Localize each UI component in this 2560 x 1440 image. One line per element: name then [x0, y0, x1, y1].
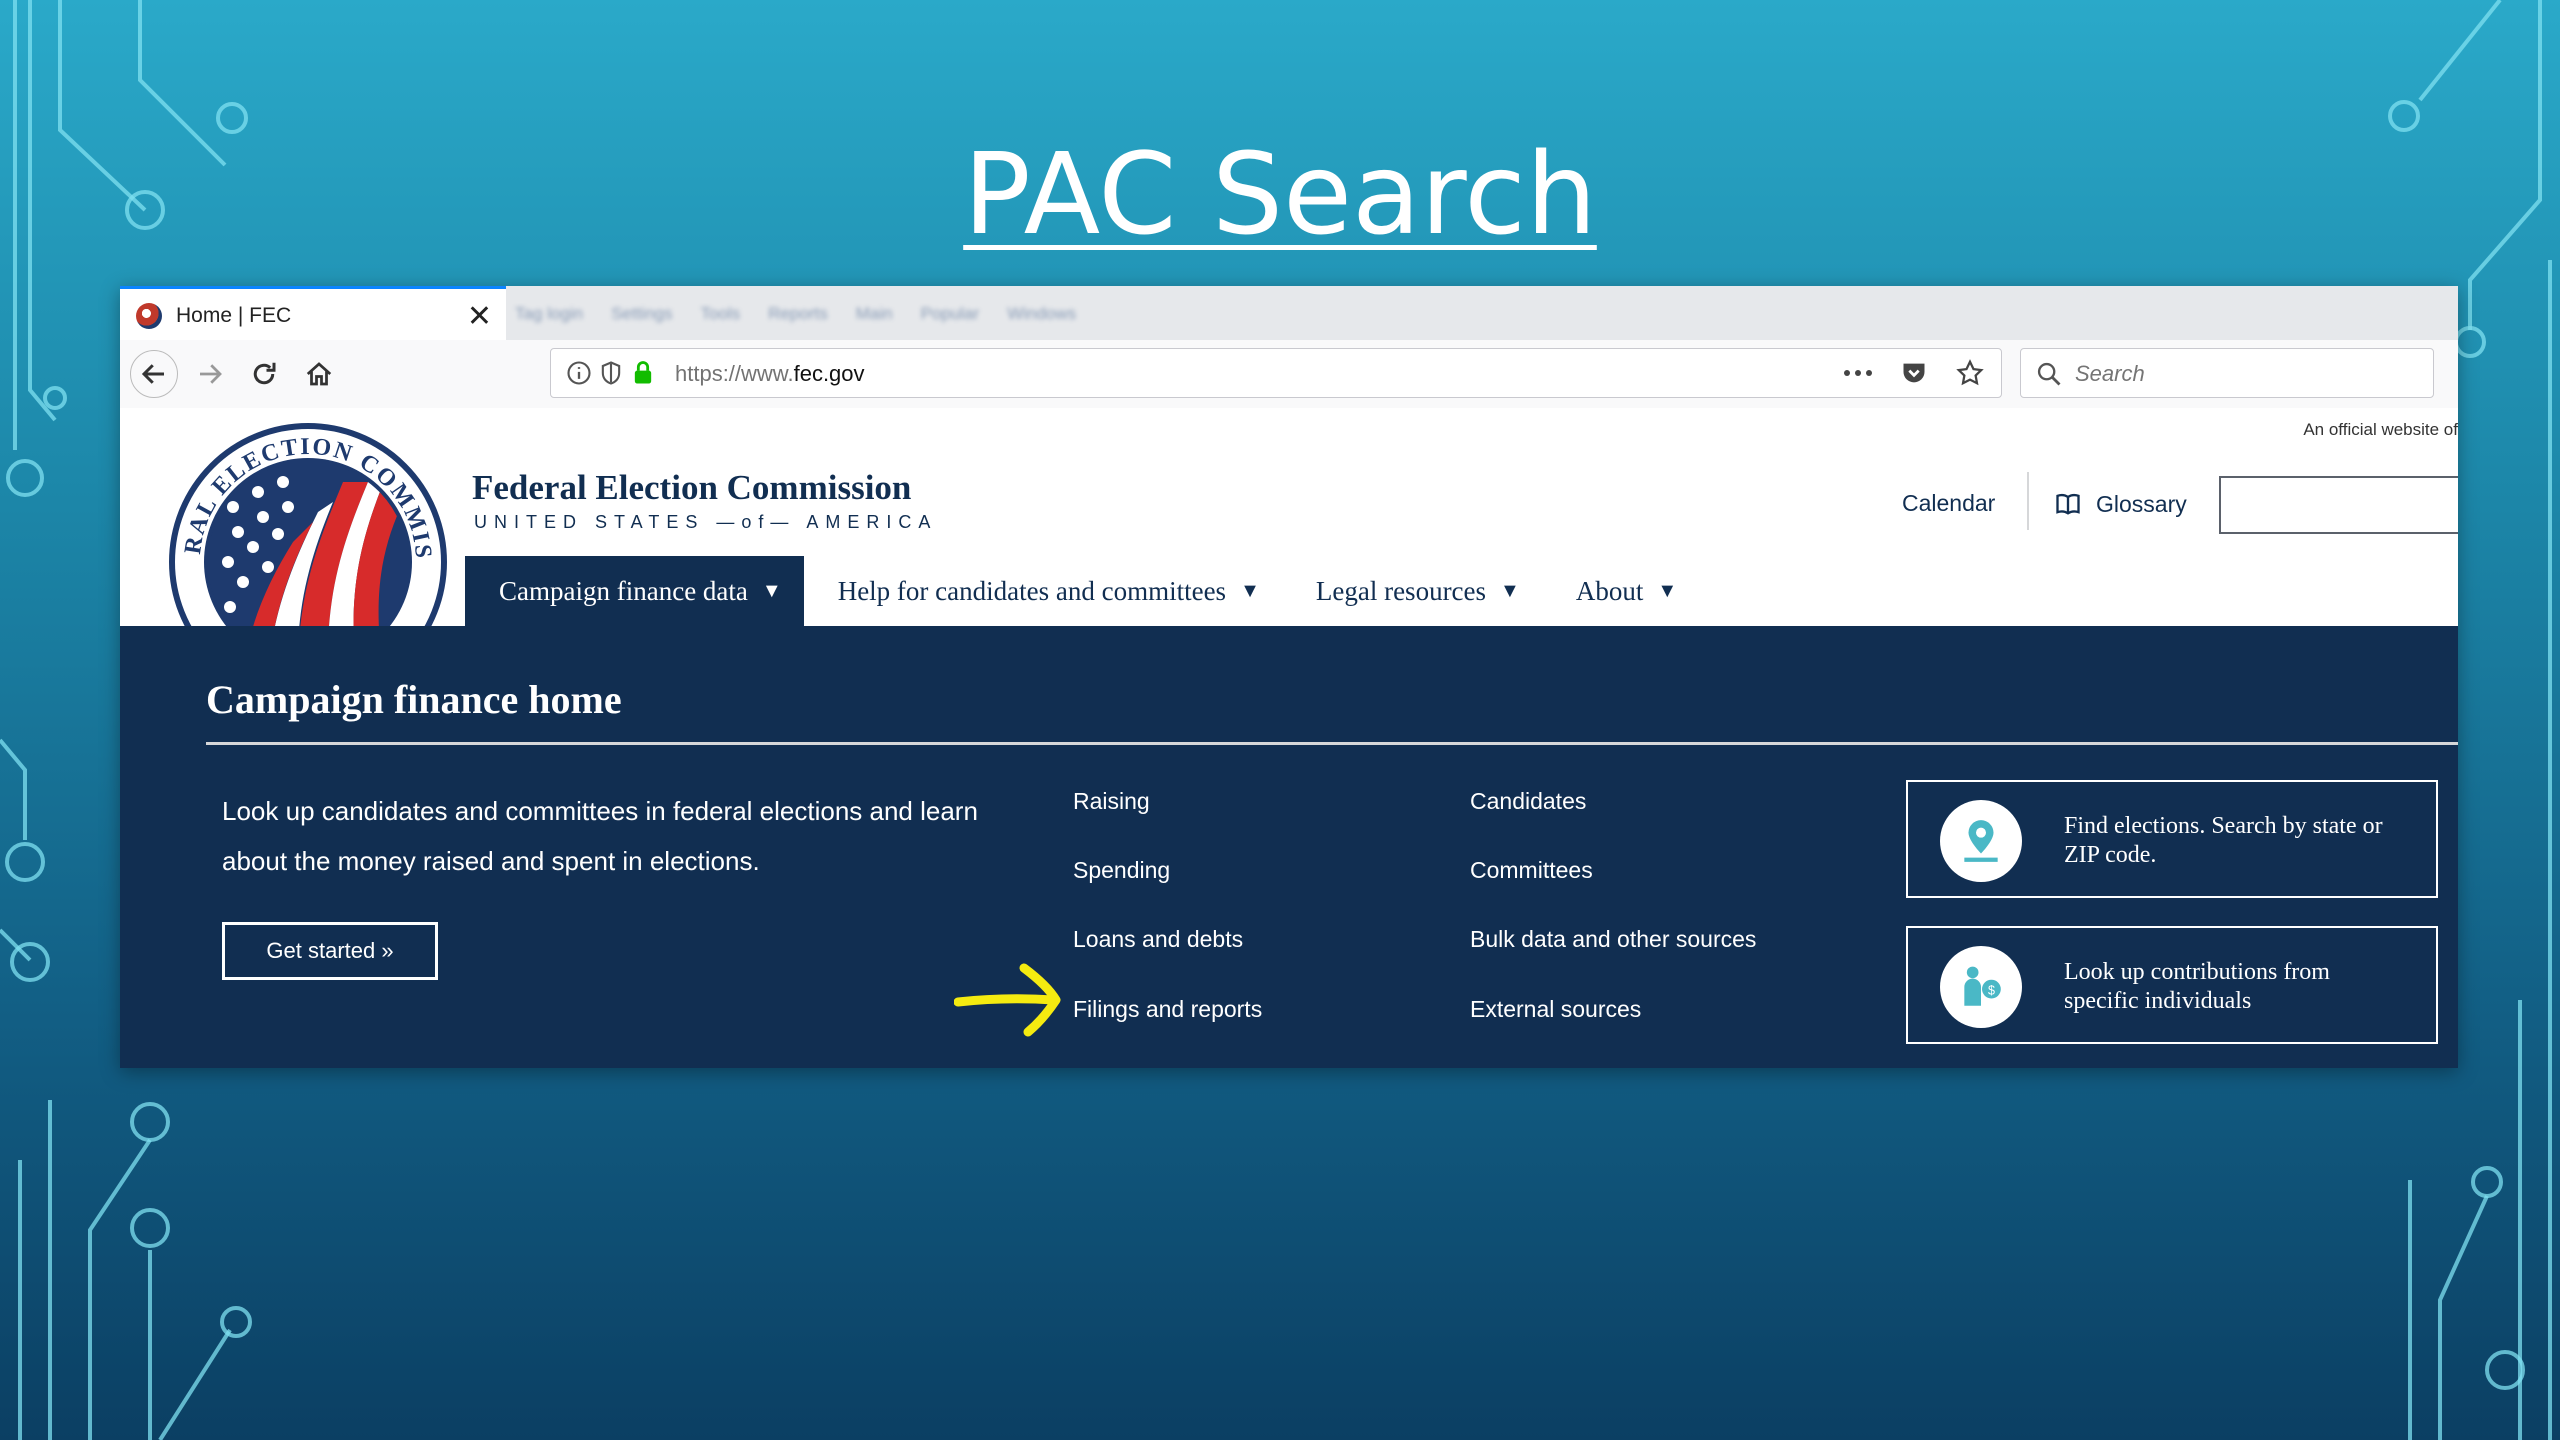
home-button[interactable] — [295, 350, 343, 398]
main-navigation: Campaign finance data ▼ Help for candida… — [465, 556, 1699, 626]
official-notice: An official website of — [2303, 420, 2458, 439]
bookmark-item[interactable]: Reports — [768, 304, 828, 324]
caret-down-icon: ▼ — [761, 579, 782, 602]
link-raising[interactable]: Raising — [1073, 788, 1150, 815]
calendar-link[interactable]: Calendar — [1902, 490, 1995, 517]
location-pin-icon — [1940, 800, 2022, 882]
navigation-toolbar: https://www.fec.gov — [120, 340, 2458, 409]
nav-label: Campaign finance data — [499, 575, 748, 606]
panel-divider — [206, 742, 2458, 745]
nav-label: Help for candidates and committees — [837, 575, 1227, 606]
link-external-sources[interactable]: External sources — [1470, 996, 1641, 1023]
callout-text: Look up contributions from specific indi… — [2064, 959, 2330, 1014]
tab-bar: Home | FEC ✕ Tag login Settings Tools Re… — [120, 286, 2458, 342]
nav-label: About — [1575, 575, 1644, 606]
forward-button[interactable] — [186, 350, 234, 398]
caret-down-icon: ▼ — [1657, 579, 1678, 602]
site-name[interactable]: Federal Election Commission — [472, 468, 911, 508]
yellow-arrow-annotation — [954, 963, 1061, 1037]
bookmark-item[interactable]: Settings — [611, 304, 672, 324]
callout-text: Find elections. Search by state or ZIP c… — [2064, 813, 2383, 868]
caret-down-icon: ▼ — [1500, 579, 1520, 602]
link-candidates[interactable]: Candidates — [1470, 788, 1586, 815]
reload-button[interactable] — [240, 350, 288, 398]
lock-icon[interactable] — [629, 359, 657, 387]
bookmark-item[interactable]: Tools — [701, 304, 741, 324]
bookmark-item[interactable]: Popular — [921, 304, 980, 324]
back-arrow-icon — [141, 364, 164, 384]
back-button[interactable] — [130, 350, 178, 398]
link-loans-and-debts[interactable]: Loans and debts — [1073, 926, 1243, 953]
tracking-shield-icon[interactable] — [597, 359, 625, 387]
nav-about[interactable]: About ▼ — [1542, 556, 1699, 626]
link-spending[interactable]: Spending — [1073, 857, 1170, 884]
bookmark-star-icon[interactable] — [1953, 356, 1987, 390]
header-divider — [2027, 472, 2029, 530]
pocket-icon[interactable] — [1897, 356, 1931, 390]
bookmarks-strip: Tag login Settings Tools Reports Main Po… — [515, 294, 1915, 334]
url-prefix: https://www. — [675, 361, 794, 386]
reload-icon — [253, 362, 276, 385]
glossary-label: Glossary — [2096, 490, 2187, 517]
site-search-input[interactable] — [2219, 476, 2458, 534]
url-text[interactable]: https://www.fec.gov — [675, 361, 865, 387]
forward-arrow-icon — [200, 364, 222, 384]
info-icon[interactable] — [565, 359, 593, 387]
link-bulk-data[interactable]: Bulk data and other sources — [1470, 926, 1756, 953]
panel-description: Look up candidates and committees in fed… — [222, 796, 978, 876]
nav-campaign-finance-data[interactable]: Campaign finance data ▼ — [465, 556, 804, 626]
individual-contributions-callout[interactable]: $ Look up contributions from specific in… — [1906, 926, 2438, 1044]
close-tab-icon[interactable]: ✕ — [467, 299, 492, 334]
panel-title: Campaign finance home — [206, 677, 622, 722]
fec-favicon-icon — [136, 302, 162, 329]
nav-legal-resources[interactable]: Legal resources ▼ — [1282, 556, 1542, 626]
caret-down-icon: ▼ — [1240, 579, 1260, 602]
browser-window: Home | FEC ✕ Tag login Settings Tools Re… — [120, 286, 2458, 1068]
page-actions-icon[interactable] — [1841, 356, 1875, 390]
home-icon — [306, 362, 332, 386]
slide-title: PAC Search — [963, 130, 1597, 260]
site-subtitle: UNITED STATES —of— AMERICA — [474, 512, 938, 532]
search-icon — [2037, 362, 2061, 386]
person-money-icon: $ — [1940, 946, 2022, 1028]
fec-site-header: FEDERAL ELECTION COMMISSION An official … — [120, 408, 2458, 701]
bookmark-item[interactable]: Main — [856, 304, 893, 324]
url-actions — [1841, 356, 1987, 390]
bookmark-item[interactable]: Windows — [1007, 304, 1076, 324]
link-filings-and-reports[interactable]: Filings and reports — [1073, 996, 1262, 1023]
svg-text:$: $ — [1988, 983, 1995, 997]
browser-search-box[interactable] — [2020, 348, 2434, 398]
tab-title: Home | FEC — [176, 303, 292, 327]
address-bar[interactable]: https://www.fec.gov — [550, 348, 2002, 398]
nav-label: Legal resources — [1315, 575, 1487, 606]
bookmark-item[interactable]: Tag login — [515, 304, 583, 324]
tab-home-fec[interactable]: Home | FEC ✕ — [120, 286, 506, 342]
nav-help-for-candidates[interactable]: Help for candidates and committees ▼ — [804, 556, 1282, 626]
find-elections-callout[interactable]: Find elections. Search by state or ZIP c… — [1906, 780, 2438, 898]
glossary-link[interactable]: Glossary — [2054, 490, 2187, 518]
book-icon — [2056, 493, 2080, 515]
get-started-button[interactable]: Get started » — [222, 922, 438, 980]
link-committees[interactable]: Committees — [1470, 857, 1593, 884]
browser-search-input[interactable] — [2073, 357, 2417, 391]
url-domain: fec.gov — [793, 361, 865, 386]
campaign-finance-panel: Campaign finance home Look up candidates… — [120, 626, 2458, 1068]
